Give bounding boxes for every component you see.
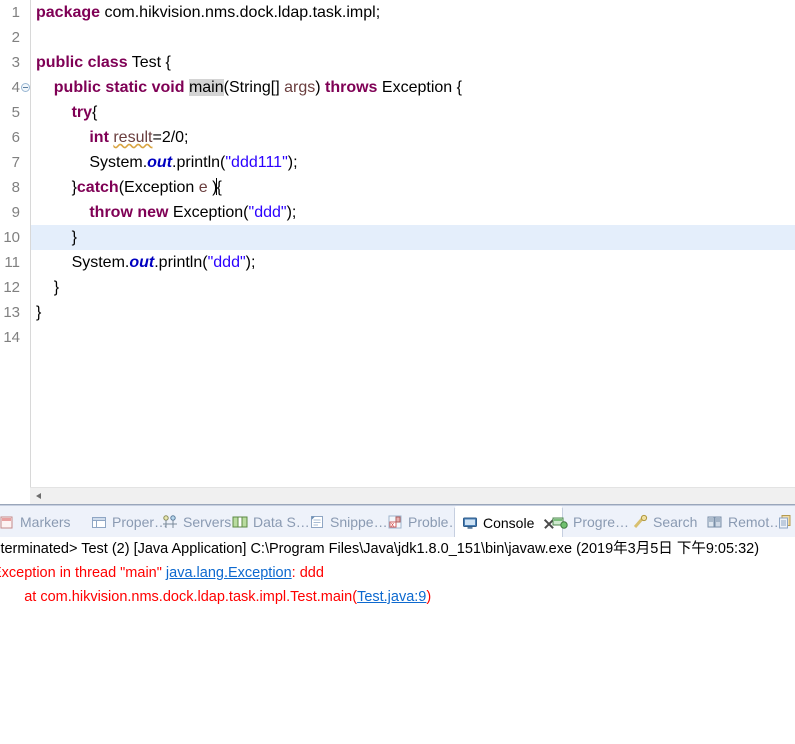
svg-text:x: x <box>391 523 394 529</box>
editor-corner <box>0 487 30 504</box>
line-number: 4 <box>11 79 20 96</box>
code-line[interactable]: public class Test { <box>31 50 795 75</box>
line-number: 7 <box>11 154 20 171</box>
markers-icon <box>0 514 15 530</box>
code-line[interactable]: package com.hikvision.nms.dock.ldap.task… <box>31 0 795 25</box>
stacktrace-link[interactable]: java.lang.Exception <box>166 565 292 581</box>
editor-horizontal-scrollbar[interactable] <box>30 487 795 505</box>
problems-icon: x <box>387 514 403 530</box>
line-number: 3 <box>11 54 20 71</box>
console-text: ) <box>426 589 432 605</box>
code-line[interactable]: } <box>31 225 795 250</box>
java-source-editor[interactable]: 1 2 3 4 5 6 7 8 9 10 11 12 13 14 package com.hikvisio… <box>0 0 795 487</box>
tab-label: Markers <box>20 514 71 530</box>
line-number: 8 <box>11 179 20 196</box>
console-output-line: Exception in thread "main" java.lang.Exc… <box>0 561 324 585</box>
code-line[interactable]: } <box>31 275 795 300</box>
line-number: 9 <box>11 204 20 221</box>
code-line[interactable]: throw new Exception("ddd"); <box>31 200 795 225</box>
progress-icon <box>552 514 568 530</box>
code-line[interactable]: public static void main(String[] args) t… <box>31 75 795 100</box>
copy-icon[interactable] <box>778 514 794 530</box>
line-number: 11 <box>4 254 20 271</box>
tab-label: Console <box>483 515 535 531</box>
tab-progre[interactable]: Progre… <box>545 506 636 538</box>
bottom-view-tabbar[interactable]: Markers Proper… Servers Data S… Snippe… x Prob… <box>0 505 795 539</box>
data-source-icon <box>232 514 248 530</box>
console-text: at com.hikvision.nms.dock.ldap.task.impl… <box>24 589 358 605</box>
code-fold-collapse-icon[interactable] <box>21 83 30 92</box>
snippets-icon <box>309 514 325 530</box>
line-number: 5 <box>11 104 20 121</box>
tab-markers[interactable]: Markers <box>0 506 78 538</box>
tab-remot[interactable]: Remot… <box>700 506 790 538</box>
line-number: 1 <box>11 4 20 21</box>
tab-label: Servers <box>183 514 232 530</box>
code-line[interactable]: System.out.println("ddd"); <box>31 250 795 275</box>
tab-label: Snippe… <box>330 514 388 530</box>
tab-label: Search <box>653 514 698 530</box>
line-number: 14 <box>3 329 20 346</box>
remote-icon <box>707 514 723 530</box>
console-view[interactable]: <terminated> Test (2) [Java Application]… <box>0 537 795 744</box>
code-line[interactable] <box>31 25 795 50</box>
console-text: Exception in thread "main" <box>0 565 166 581</box>
tab-label: Remot… <box>728 514 784 530</box>
code-line[interactable]: int result=2/0; <box>31 125 795 150</box>
line-number: 12 <box>3 279 20 296</box>
editor-gutter: 1 2 3 4 5 6 7 8 9 10 11 12 13 14 <box>0 0 31 487</box>
line-number: 2 <box>11 29 20 46</box>
console-process-header: <terminated> Test (2) [Java Application]… <box>0 541 760 557</box>
console-output-line: at com.hikvision.nms.dock.ldap.task.impl… <box>0 585 431 609</box>
code-line[interactable]: try{ <box>31 100 795 125</box>
console-text: : ddd <box>291 565 324 581</box>
console-icon <box>462 515 478 531</box>
search-icon <box>632 514 648 530</box>
stacktrace-link[interactable]: Test.java:9 <box>357 589 426 605</box>
properties-icon <box>91 514 107 530</box>
servers-icon <box>162 514 178 530</box>
tab-search[interactable]: Search <box>625 506 704 538</box>
line-number: 13 <box>3 304 20 321</box>
left-arrow-icon[interactable] <box>30 488 47 505</box>
editor-code-area[interactable]: package com.hikvision.nms.dock.ldap.task… <box>31 0 795 487</box>
code-line[interactable]: System.out.println("ddd111"); <box>31 150 795 175</box>
code-line[interactable]: } <box>31 300 795 325</box>
code-line[interactable]: }catch(Exception e ){ <box>31 175 795 200</box>
line-number: 6 <box>11 129 20 146</box>
line-number: 10 <box>3 229 20 246</box>
code-line[interactable] <box>31 325 795 350</box>
tab-label: Progre… <box>573 514 630 530</box>
